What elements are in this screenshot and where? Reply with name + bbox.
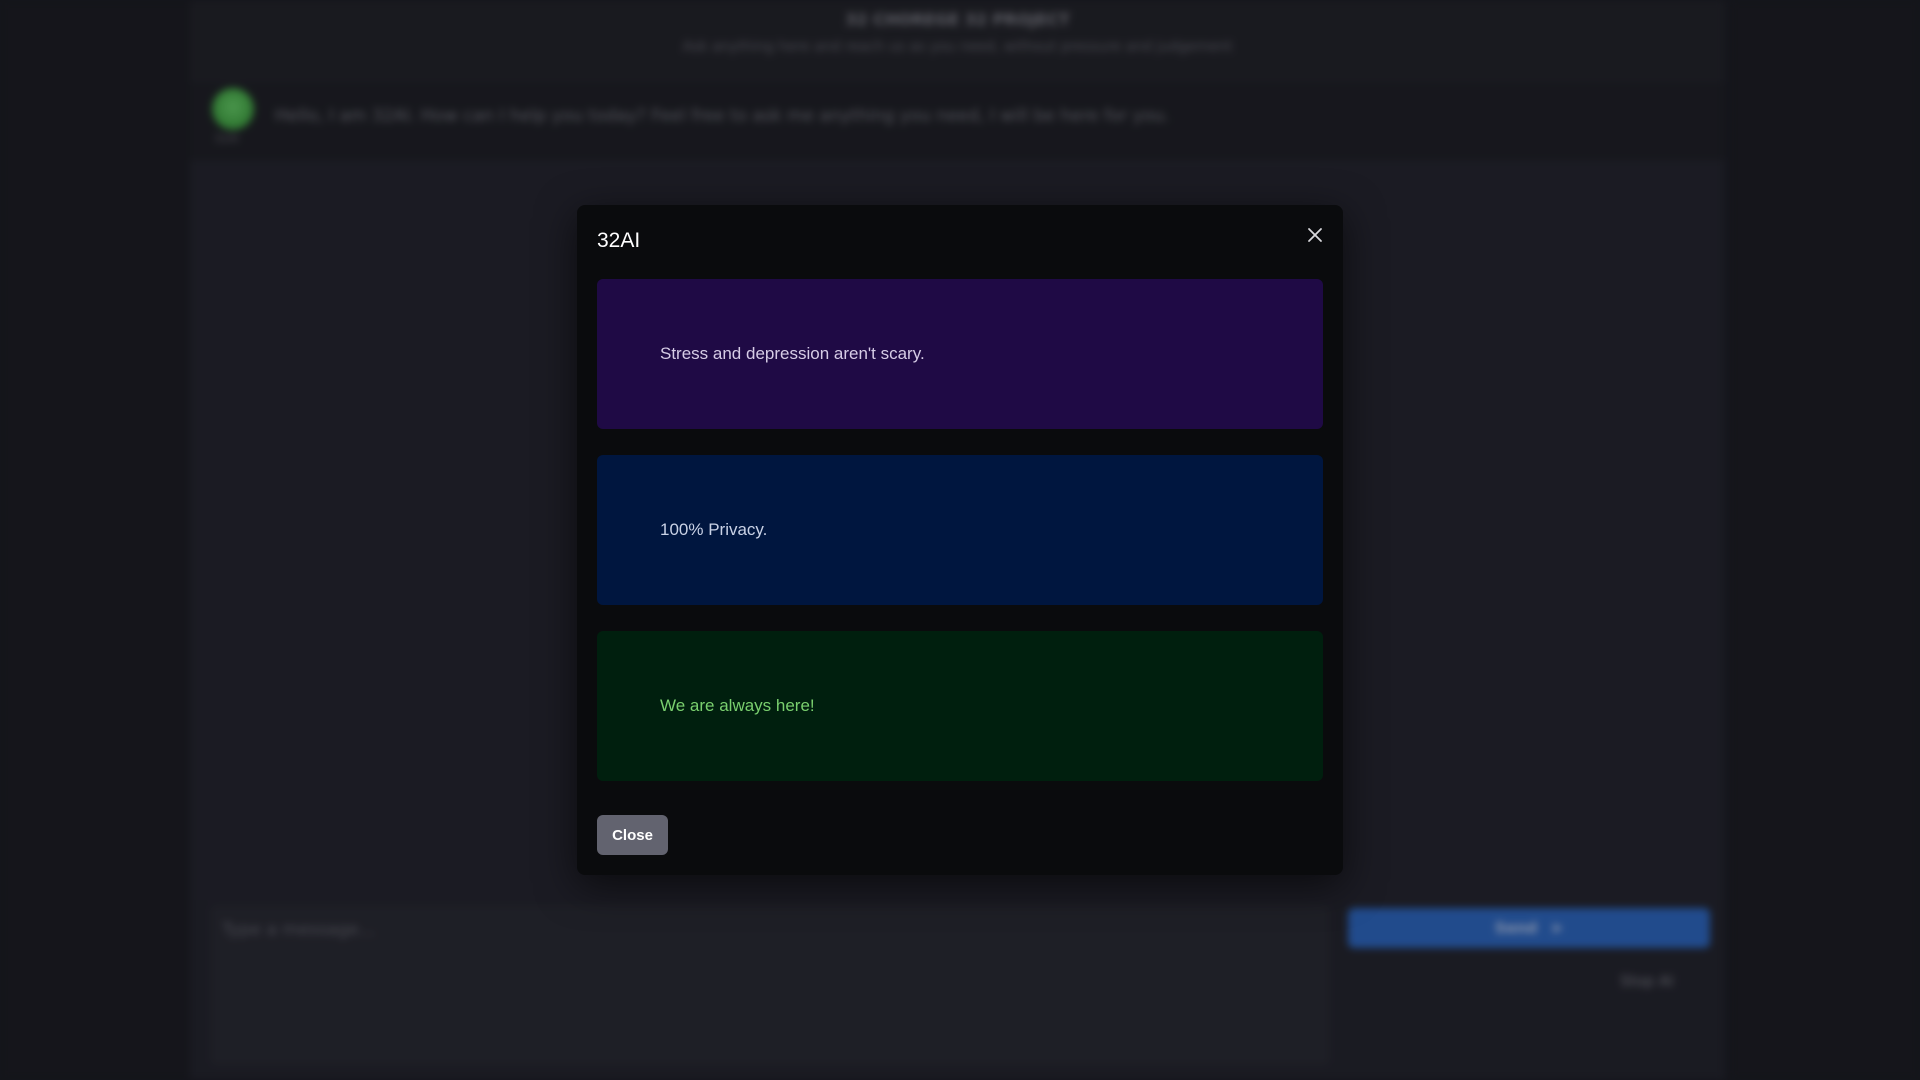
- close-button[interactable]: Close: [597, 815, 668, 855]
- info-modal: 32AI Stress and depression aren't scary.…: [577, 205, 1343, 875]
- modal-title: 32AI: [597, 229, 641, 252]
- feature-card-text: Stress and depression aren't scary.: [660, 344, 925, 363]
- close-icon[interactable]: [1303, 223, 1327, 247]
- feature-card-privacy: 100% Privacy.: [597, 455, 1323, 605]
- feature-card-text: 100% Privacy.: [660, 520, 768, 539]
- feature-card-always-here: We are always here!: [597, 631, 1323, 781]
- feature-card-stress: Stress and depression aren't scary.: [597, 279, 1323, 429]
- feature-card-text: We are always here!: [660, 696, 815, 715]
